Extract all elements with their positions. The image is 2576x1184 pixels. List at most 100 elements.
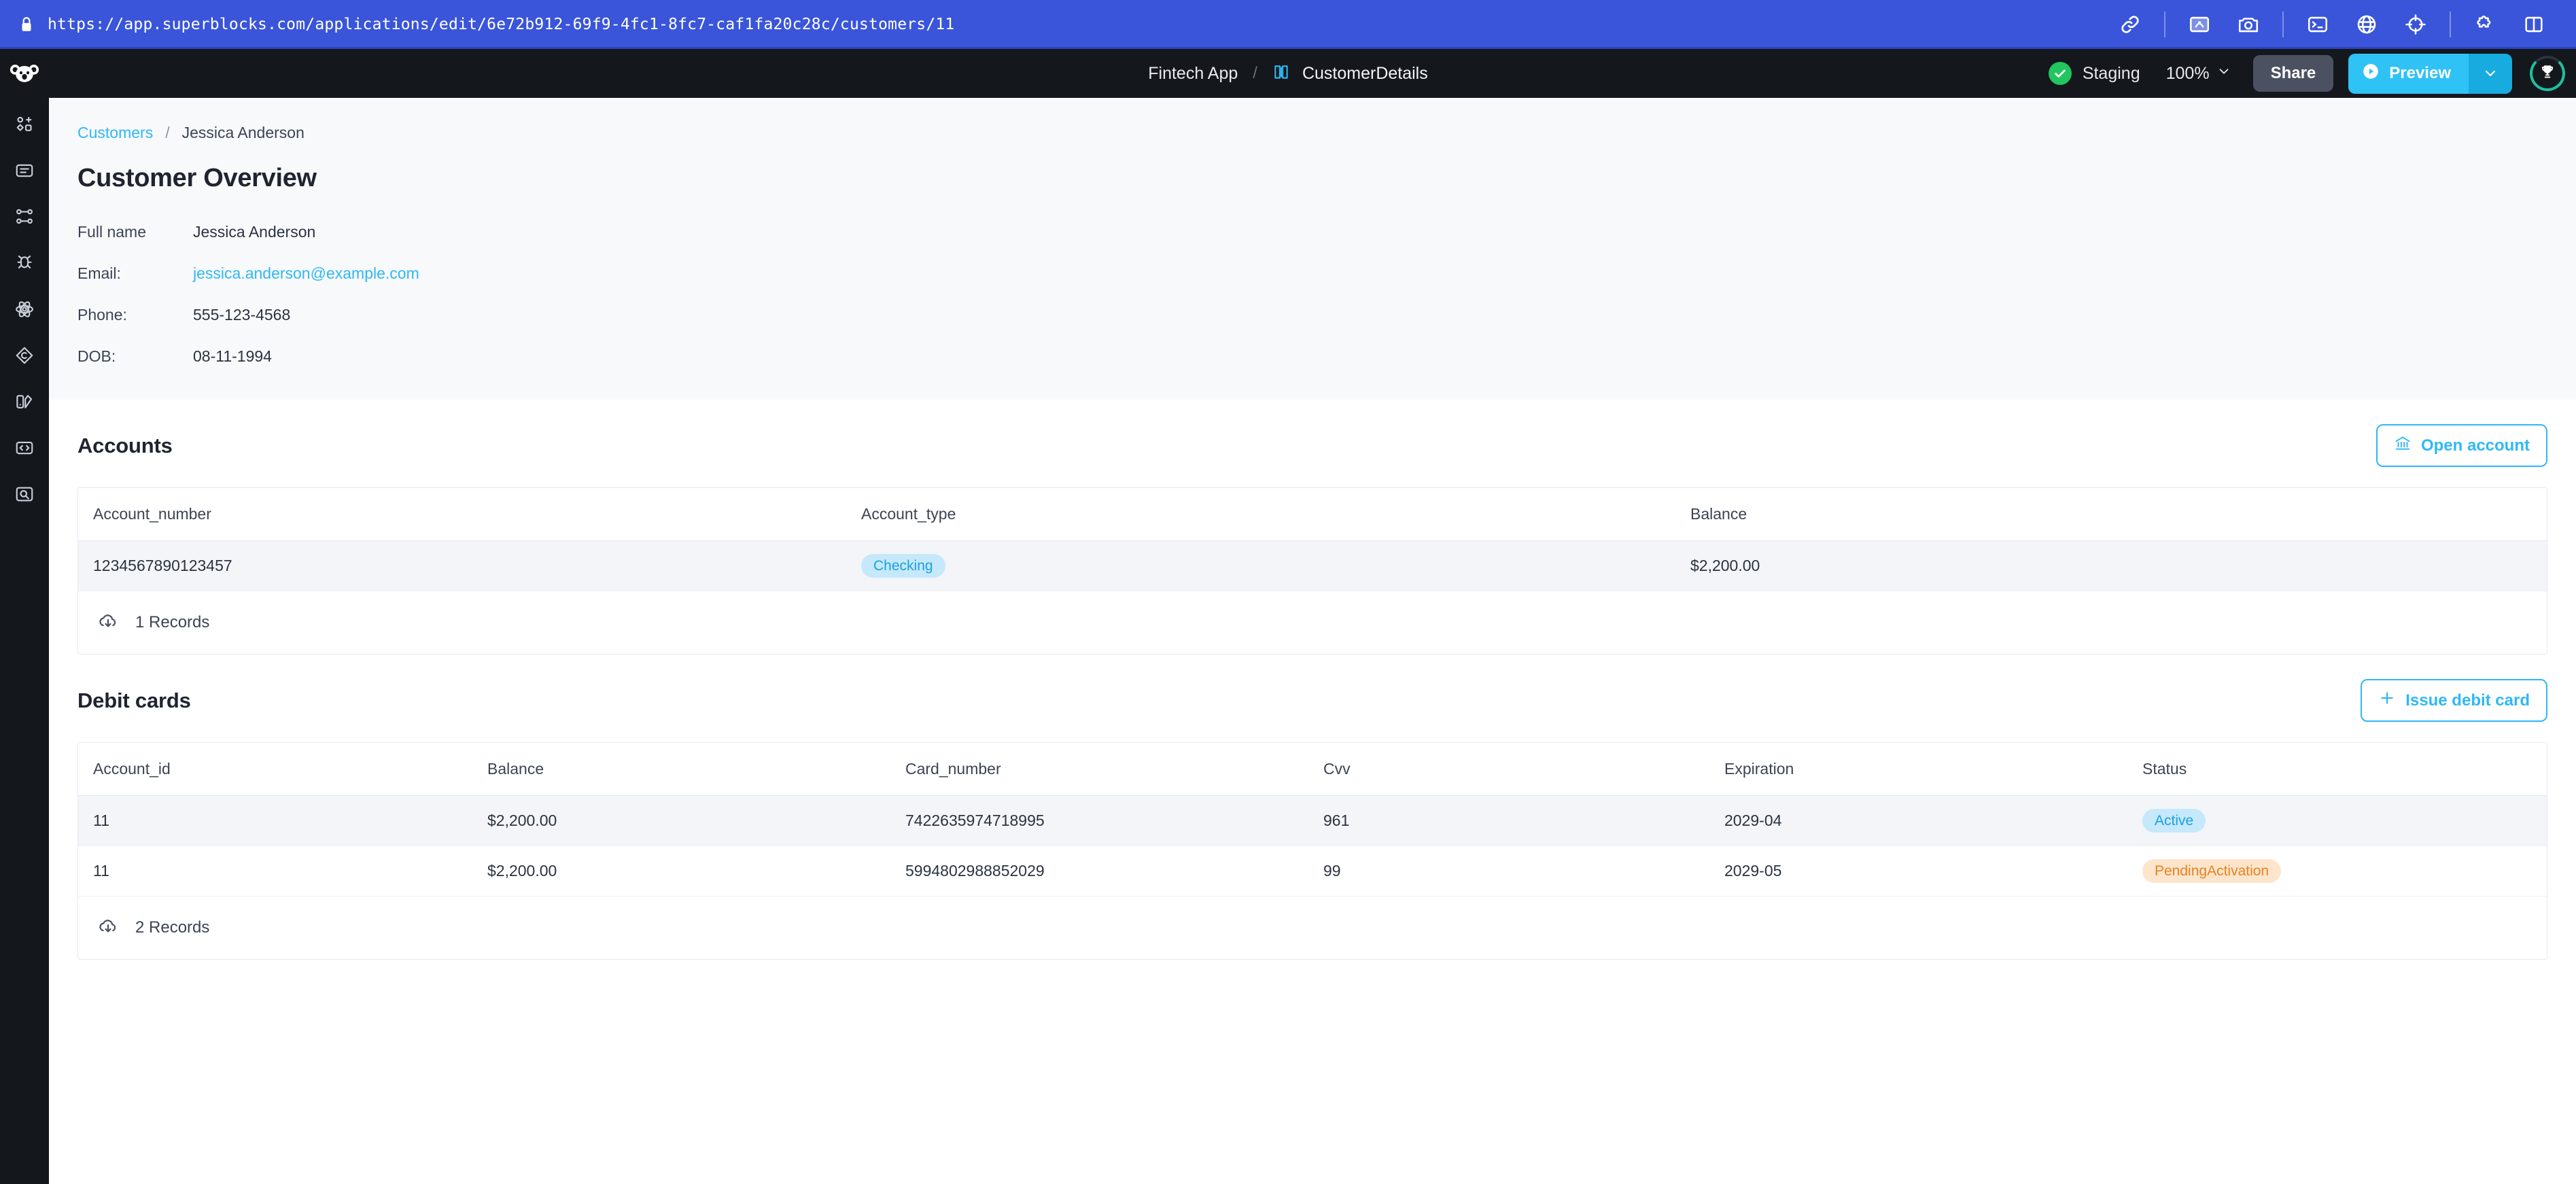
email-link[interactable]: jessica.anderson@example.com <box>193 264 419 283</box>
debit-cards-table: Account_id Balance Card_number Cvv Expir… <box>77 742 2547 960</box>
puzzle-extension-icon[interactable] <box>2466 5 2504 43</box>
page-chip[interactable]: CustomerDetails <box>1272 63 1428 84</box>
field-label: Full name <box>77 223 193 241</box>
workflow-icon[interactable] <box>6 198 43 235</box>
accounts-table-footer: 1 Records <box>78 591 2547 654</box>
environment-label[interactable]: Staging <box>2083 64 2140 84</box>
theme-diamond-icon[interactable] <box>6 337 43 374</box>
cell-account-type: Checking <box>846 554 1675 578</box>
url-text[interactable]: https://app.superblocks.com/applications… <box>48 16 954 33</box>
check-circle-icon <box>2049 62 2072 85</box>
column-header-account-type[interactable]: Account_type <box>846 505 1675 523</box>
state-atom-icon[interactable] <box>6 291 43 328</box>
accounts-title: Accounts <box>77 434 173 458</box>
preview-label: Preview <box>2389 64 2451 83</box>
table-row[interactable]: 11 $2,200.00 5994802988852029 99 2029-05… <box>78 846 2547 896</box>
app-name[interactable]: Fintech App <box>1148 64 1238 84</box>
debug-bug-icon[interactable] <box>6 245 43 281</box>
debit-cards-table-footer: 2 Records <box>78 896 2547 959</box>
field-value: Jessica Anderson <box>193 223 315 241</box>
add-component-icon[interactable] <box>6 106 43 143</box>
chevron-down-icon <box>2216 64 2231 84</box>
field-value: 555-123-4568 <box>193 306 290 324</box>
field-full-name: Full name Jessica Anderson <box>77 223 2576 241</box>
field-label: DOB: <box>77 347 193 366</box>
field-phone: Phone: 555-123-4568 <box>77 306 2576 324</box>
app-header-actions: Staging 100% Share Preview <box>2049 54 2576 94</box>
column-header-balance[interactable]: Balance <box>1675 505 2547 523</box>
accounts-header: Accounts Open account <box>77 400 2547 487</box>
code-icon[interactable] <box>6 430 43 466</box>
download-cloud-icon[interactable] <box>97 916 119 941</box>
cell-account-id: 11 <box>78 812 472 830</box>
breadcrumb: Customers / Jessica Anderson <box>77 124 2576 142</box>
cell-card-number: 5994802988852029 <box>890 862 1308 880</box>
styles-palette-icon[interactable] <box>6 383 43 420</box>
open-account-button[interactable]: Open account <box>2376 424 2547 467</box>
debit-cards-table-header: Account_id Balance Card_number Cvv Expir… <box>78 743 2547 796</box>
terminal-icon[interactable] <box>2299 5 2337 43</box>
globe-icon[interactable] <box>2348 5 2386 43</box>
zoom-level: 100% <box>2166 64 2210 84</box>
preview-button-group: Preview <box>2348 54 2512 94</box>
trophy-avatar-icon <box>2539 63 2556 84</box>
link-icon[interactable] <box>2111 5 2149 43</box>
table-row[interactable]: 1234567890123457 Checking $2,200.00 <box>78 541 2547 591</box>
app-header: Fintech App / CustomerDetails Staging 10… <box>0 49 2576 98</box>
field-label: Email: <box>77 264 193 283</box>
download-cloud-icon[interactable] <box>97 610 119 635</box>
open-account-label: Open account <box>2421 436 2530 455</box>
camera-icon[interactable] <box>2229 5 2267 43</box>
column-header-cvv[interactable]: Cvv <box>1308 760 1709 778</box>
plus-icon <box>2378 689 2396 712</box>
issue-debit-card-label: Issue debit card <box>2405 691 2530 710</box>
divider <box>2164 12 2165 37</box>
book-icon <box>1272 63 1290 84</box>
cell-expiration: 2029-04 <box>1709 812 2127 830</box>
cell-card-number: 7422635974718995 <box>890 812 1308 830</box>
inspect-search-icon[interactable] <box>6 476 43 512</box>
debit-cards-title: Debit cards <box>77 689 191 713</box>
accounts-section: Accounts Open account Account_number Acc… <box>49 400 2576 655</box>
column-header-status[interactable]: Status <box>2127 760 2547 778</box>
accounts-table-header: Account_number Account_type Balance <box>78 488 2547 541</box>
cell-status: Active <box>2127 809 2547 833</box>
bank-icon <box>2394 434 2412 457</box>
divider <box>2282 12 2284 37</box>
avatar[interactable] <box>2530 56 2565 91</box>
column-header-account-id[interactable]: Account_id <box>78 760 472 778</box>
share-button[interactable]: Share <box>2253 55 2334 92</box>
column-header-expiration[interactable]: Expiration <box>1709 760 2127 778</box>
field-value: 08-11-1994 <box>193 347 272 366</box>
zoom-control[interactable]: 100% <box>2166 64 2231 84</box>
divider <box>2450 12 2451 37</box>
koala-logo-icon[interactable] <box>0 49 49 98</box>
field-email: Email: jessica.anderson@example.com <box>77 264 2576 283</box>
field-label: Phone: <box>77 306 193 324</box>
table-row[interactable]: 11 $2,200.00 7422635974718995 961 2029-0… <box>78 796 2547 846</box>
pages-icon[interactable] <box>6 152 43 189</box>
issue-debit-card-button[interactable]: Issue debit card <box>2361 679 2547 722</box>
app-canvas: Customers / Jessica Anderson Customer Ov… <box>49 98 2576 1184</box>
cell-balance: $2,200.00 <box>1675 557 2547 575</box>
lock-icon <box>18 14 35 35</box>
target-icon[interactable] <box>2397 5 2435 43</box>
play-circle-icon <box>2362 63 2380 85</box>
column-header-card-number[interactable]: Card_number <box>890 760 1308 778</box>
breadcrumb-customers-link[interactable]: Customers <box>77 124 153 142</box>
cell-expiration: 2029-05 <box>1709 862 2127 880</box>
column-header-balance[interactable]: Balance <box>472 760 890 778</box>
side-rail <box>0 98 49 1184</box>
column-header-account-number[interactable]: Account_number <box>78 505 846 523</box>
page-title: Customer Overview <box>77 164 2576 193</box>
field-dob: DOB: 08-11-1994 <box>77 347 2576 366</box>
preview-dropdown-button[interactable] <box>2469 54 2512 94</box>
page-name: CustomerDetails <box>1302 64 1428 84</box>
cell-balance: $2,200.00 <box>472 812 890 830</box>
cell-balance: $2,200.00 <box>472 862 890 880</box>
customer-overview-panel: Customers / Jessica Anderson Customer Ov… <box>49 98 2576 400</box>
image-placeholder-icon[interactable] <box>2180 5 2218 43</box>
breadcrumb-separator: / <box>165 124 169 142</box>
preview-button[interactable]: Preview <box>2348 54 2469 94</box>
split-panel-icon[interactable] <box>2515 5 2553 43</box>
